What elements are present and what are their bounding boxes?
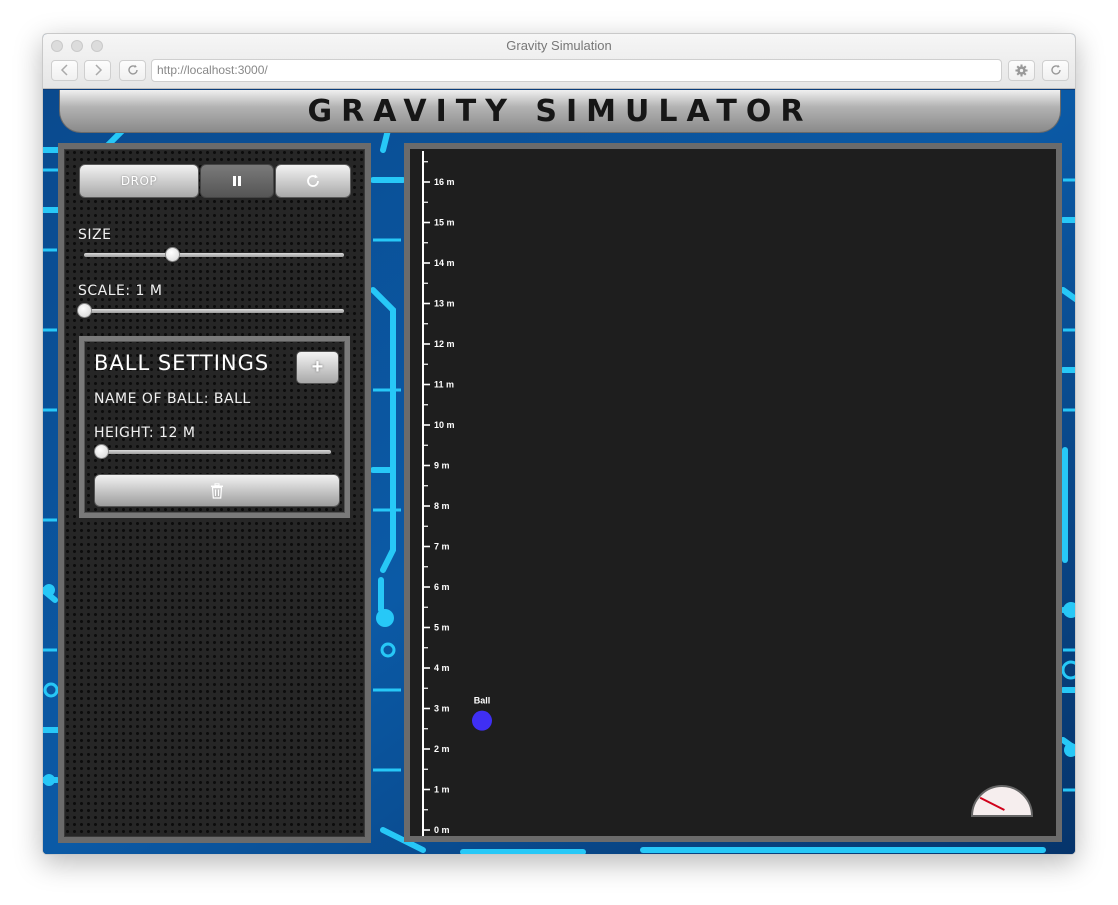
ball-height-label: HEIGHT: 12 M [94,425,196,441]
height-slider-track[interactable] [101,450,331,454]
speed-gauge [970,785,1034,817]
back-button[interactable] [51,60,78,81]
ruler-label: 11 m [434,380,454,390]
size-slider-thumb[interactable] [164,247,180,262]
size-label: SIZE [78,227,112,243]
reload-icon [127,64,138,75]
scale-slider-track[interactable] [84,309,344,313]
chevron-right-icon [94,64,102,76]
pause-button[interactable] [200,164,274,198]
ruler-label: 5 m [434,623,450,633]
ruler-label: 7 m [434,542,450,552]
gauge-dial [970,785,1034,817]
browser-titlebar: Gravity Simulation http://localhost:3000… [43,34,1075,89]
reload-button[interactable] [119,60,146,81]
add-ball-button[interactable]: + [296,351,339,384]
reset-icon [307,174,319,187]
browser-window: Gravity Simulation http://localhost:3000… [42,33,1076,855]
reload-icon [1050,64,1061,75]
gear-icon [1015,64,1028,77]
ruler-label: 1 m [434,785,450,795]
ball-settings-title: BALL SETTINGS [94,351,270,375]
simulation-canvas[interactable]: 0 m 1 m 2 m 3 m 4 m 5 m 6 m 7 m 8 m 9 m 10 m 11 m 12… [410,149,1056,836]
pause-icon [233,176,241,186]
control-panel: DROP SIZE SCALE: 1 M BALL SETTINGS + NAM… [58,143,371,843]
ruler-label: 3 m [434,704,450,714]
forward-button[interactable] [84,60,111,81]
simulation-panel: 0 m 1 m 2 m 3 m 4 m 5 m 6 m 7 m 8 m 9 m 10 m 11 m 12… [404,143,1062,842]
height-slider-thumb[interactable] [93,444,109,459]
size-slider-track[interactable] [84,253,344,257]
ruler-label: 15 m [434,218,455,228]
ruler-label: 9 m [434,461,450,471]
ball[interactable] [472,710,492,731]
page-title: GRAVITY SIMULATOR [307,94,813,129]
page-viewport: GRAVITY SIMULATOR DROP SIZE SCALE: 1 M B… [43,90,1075,854]
ruler-label: 8 m [434,501,450,511]
scale-label: SCALE: 1 M [78,283,163,299]
trash-icon [211,483,223,499]
ball-settings-panel: BALL SETTINGS + NAME OF BALL: BALL HEIGH… [79,336,350,518]
page-reload-button[interactable] [1042,60,1069,81]
playback-controls: DROP [79,164,352,198]
chevron-left-icon [60,64,68,76]
ruler-label: 14 m [434,258,455,268]
delete-ball-button[interactable] [94,474,340,507]
ruler-label: 12 m [434,339,455,349]
ruler-label: 2 m [434,744,450,754]
ruler-label: 4 m [434,663,450,673]
header-banner: GRAVITY SIMULATOR [59,90,1061,133]
height-ruler: 0 m 1 m 2 m 3 m 4 m 5 m 6 m 7 m 8 m 9 m 10 m 11 m 12… [423,161,455,835]
url-field[interactable]: http://localhost:3000/ [151,59,1002,82]
ball-label: Ball [474,696,491,706]
ruler-label: 13 m [434,299,455,309]
ruler-label: 16 m [434,177,455,187]
ruler-label: 10 m [434,420,455,430]
window-title: Gravity Simulation [506,38,612,53]
ball-name-label: NAME OF BALL: BALL [94,391,251,407]
ruler-label: 6 m [434,582,450,592]
reset-button[interactable] [275,164,351,198]
drop-button[interactable]: DROP [79,164,199,198]
settings-button[interactable] [1008,60,1035,81]
scale-slider-thumb[interactable] [76,303,92,318]
ruler-label: 0 m [434,825,450,835]
